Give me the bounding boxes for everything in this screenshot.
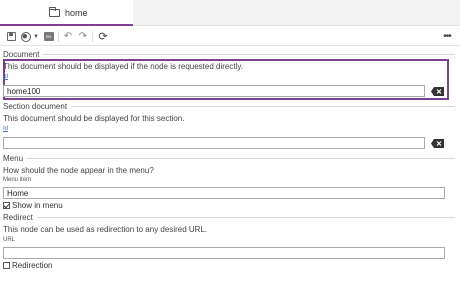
tab-home[interactable]: home — [0, 0, 133, 26]
language-icon: EN — [43, 32, 54, 41]
caret-down-icon[interactable]: ▼ — [33, 30, 39, 43]
show-in-menu-checkbox-row[interactable]: Show in menu — [3, 201, 63, 210]
backspace-icon — [431, 139, 444, 148]
menu-item-label: Menu item — [3, 177, 32, 183]
section-document-title: Section document — [3, 102, 68, 111]
tab-label: home — [65, 8, 88, 18]
toolbar: ▼ EN ↶ ↷ ⟳ ••• — [0, 27, 460, 46]
refresh-icon: ⟳ — [98, 31, 108, 43]
more-button[interactable]: ••• — [440, 30, 454, 43]
document-description: This document should be displayed if the… — [3, 62, 243, 71]
clear-document-id-button[interactable] — [431, 87, 444, 96]
divider — [36, 217, 455, 218]
refresh-button[interactable]: ⟳ — [97, 30, 109, 43]
menu-description: How should the node appear in the menu? — [3, 166, 154, 175]
toolbar-divider — [92, 31, 93, 42]
menu-section-header: Menu — [3, 154, 455, 163]
folder-icon — [49, 7, 60, 17]
show-in-menu-label: Show in menu — [12, 201, 63, 210]
redirect-title: Redirect — [3, 213, 33, 222]
url-label: URL — [3, 237, 16, 243]
divider — [27, 158, 455, 159]
section-document-id-label[interactable]: Id — [3, 126, 8, 132]
tab-bar: home — [0, 0, 460, 26]
redirect-description: This node can be used as redirection to … — [3, 225, 208, 234]
redo-button[interactable]: ↷ — [78, 30, 88, 43]
save-icon — [6, 32, 16, 41]
toolbar-divider — [58, 31, 59, 42]
globe-icon — [21, 31, 31, 42]
redirection-checkbox-row[interactable]: Redirection — [3, 261, 52, 270]
document-id-label[interactable]: Id — [3, 74, 8, 80]
menu-item-input[interactable]: Home — [3, 187, 445, 199]
menu-title: Menu — [3, 154, 24, 163]
url-input[interactable] — [3, 247, 445, 259]
redirection-checkbox[interactable] — [3, 262, 10, 269]
language-button[interactable]: EN — [43, 30, 54, 43]
publish-button[interactable] — [20, 30, 32, 43]
document-title: Document — [3, 50, 40, 59]
document-section-header: Document — [3, 50, 455, 59]
redirection-label: Redirection — [12, 261, 53, 270]
clear-section-document-id-button[interactable] — [431, 139, 444, 148]
more-icon: ••• — [443, 31, 451, 42]
show-in-menu-checkbox[interactable] — [3, 202, 10, 209]
redirect-section-header: Redirect — [3, 213, 455, 222]
redo-icon: ↷ — [78, 31, 88, 42]
save-button[interactable] — [5, 30, 17, 43]
undo-icon: ↶ — [63, 31, 73, 42]
document-id-input[interactable]: home100 — [3, 85, 425, 97]
backspace-icon — [431, 87, 444, 96]
undo-button[interactable]: ↶ — [63, 30, 73, 43]
divider — [43, 54, 455, 55]
section-document-header: Section document — [3, 102, 455, 111]
section-document-id-input[interactable] — [3, 137, 425, 149]
section-document-description: This document should be displayed for th… — [3, 114, 185, 123]
divider — [71, 106, 455, 107]
